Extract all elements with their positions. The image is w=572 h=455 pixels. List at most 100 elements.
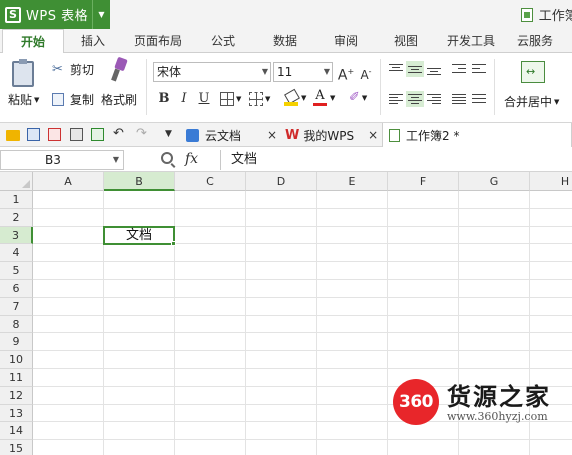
align-bottom-icon <box>427 63 441 75</box>
print-icon[interactable] <box>70 128 83 141</box>
folder-icon[interactable] <box>6 130 20 141</box>
row-header[interactable]: 11 <box>0 369 33 387</box>
row-header[interactable]: 3 <box>0 226 33 245</box>
row-header[interactable]: 4 <box>0 244 33 263</box>
doc-tab-mywps[interactable]: W 我的WPS × <box>285 123 378 147</box>
grid-line <box>33 439 572 441</box>
align-middle-button[interactable] <box>406 61 424 77</box>
tab-formulas[interactable]: 公式 <box>203 29 243 53</box>
chevron-down-icon[interactable]: ▼ <box>165 128 178 141</box>
divider <box>494 59 495 115</box>
border-button[interactable]: ▼ <box>220 92 241 106</box>
increase-indent-button[interactable] <box>472 63 486 75</box>
font-name-value: 宋体 <box>157 65 182 79</box>
distributed-align-button[interactable] <box>472 93 486 105</box>
decrease-indent-icon <box>452 63 466 75</box>
row-header[interactable]: 5 <box>0 262 33 280</box>
column-header[interactable]: A <box>33 172 104 191</box>
format-painter-icon-button[interactable] <box>110 58 130 82</box>
fill-handle[interactable] <box>171 241 176 247</box>
tab-insert[interactable]: 插入 <box>72 29 114 53</box>
justify-button[interactable] <box>452 93 466 105</box>
column-header[interactable]: H <box>530 172 572 191</box>
font-color-icon: A <box>313 89 327 106</box>
decrease-indent-button[interactable] <box>452 63 466 75</box>
justify-icon <box>452 93 466 105</box>
align-top-icon <box>389 63 403 75</box>
close-icon[interactable]: × <box>267 128 277 142</box>
formula-input[interactable]: 文档 <box>220 150 572 170</box>
undo-icon[interactable]: ↶ <box>113 127 126 140</box>
clear-format-button[interactable]: ✐ ▼ <box>349 90 367 105</box>
tab-cloud-service[interactable]: 云服务 <box>510 29 560 53</box>
align-top-button[interactable] <box>389 63 403 75</box>
bold-button[interactable]: B <box>155 90 173 108</box>
row-header[interactable]: 9 <box>0 333 33 352</box>
tab-home[interactable]: 开始 <box>2 29 64 54</box>
column-header[interactable]: E <box>317 172 388 191</box>
name-box[interactable]: B3 ▼ <box>0 150 124 170</box>
pdf-icon[interactable] <box>48 128 61 141</box>
paste-label-button[interactable]: 粘贴 ▼ <box>8 91 39 108</box>
close-icon[interactable]: × <box>368 128 378 142</box>
doc-tab-cloud[interactable]: 云文档 × <box>186 123 277 147</box>
align-left-button[interactable] <box>389 93 403 105</box>
font-size-value: 11 <box>277 65 293 79</box>
font-color-button[interactable]: A ▼ <box>313 89 335 106</box>
align-right-button[interactable] <box>427 93 441 105</box>
row-header[interactable]: 2 <box>0 208 33 227</box>
row-header[interactable]: 7 <box>0 297 33 316</box>
font-name-select[interactable]: 宋体 ▼ <box>153 62 271 82</box>
column-header[interactable]: B <box>104 172 175 191</box>
column-header[interactable]: C <box>175 172 246 191</box>
row-header[interactable]: 1 <box>0 191 33 209</box>
row-header[interactable]: 14 <box>0 422 33 441</box>
sheet-icon <box>389 128 400 142</box>
app-menu-button[interactable]: S WPS 表格 ▼ <box>0 0 110 29</box>
row-header[interactable]: 10 <box>0 351 33 369</box>
ribbon-tab-bar: 开始 插入 页面布局 公式 数据 审阅 视图 开发工具 云服务 <box>0 29 572 54</box>
align-right-icon <box>427 93 441 105</box>
tab-data[interactable]: 数据 <box>265 29 305 53</box>
row-header[interactable]: 13 <box>0 404 33 423</box>
fill-color-button[interactable]: ▼ <box>284 90 306 106</box>
doc-tab-label: 工作簿2 * <box>406 128 460 143</box>
column-header[interactable]: D <box>246 172 317 191</box>
cut-button[interactable]: ✂ 剪切 <box>52 61 94 78</box>
select-all-corner[interactable] <box>0 172 33 191</box>
paste-button[interactable] <box>12 59 34 87</box>
cell-style-button[interactable]: ▼ <box>249 92 270 106</box>
tab-review[interactable]: 审阅 <box>326 29 366 53</box>
row-header[interactable]: 6 <box>0 280 33 298</box>
shrink-font-button[interactable]: A- <box>357 63 375 82</box>
copy-button[interactable]: 复制 <box>52 91 94 108</box>
save-icon[interactable] <box>27 128 40 141</box>
italic-button[interactable]: I <box>175 90 193 108</box>
align-bottom-button[interactable] <box>427 63 441 75</box>
underline-button[interactable]: U <box>195 90 213 108</box>
tab-view[interactable]: 视图 <box>386 29 426 53</box>
align-center-icon <box>406 91 424 107</box>
tab-developer[interactable]: 开发工具 <box>440 29 502 53</box>
chevron-down-icon[interactable]: ▼ <box>92 0 110 29</box>
row-header[interactable]: 15 <box>0 440 33 455</box>
zoom-icon[interactable] <box>161 152 173 164</box>
merge-center-button[interactable]: 合并居中 ▼ <box>504 93 559 110</box>
tab-page-layout[interactable]: 页面布局 <box>128 29 188 53</box>
redo-icon[interactable]: ↷ <box>136 127 149 140</box>
align-center-button[interactable] <box>406 91 424 107</box>
font-size-select[interactable]: 11 ▼ <box>273 62 333 82</box>
merge-center-icon-button[interactable] <box>521 61 545 83</box>
column-header[interactable]: F <box>388 172 459 191</box>
grow-font-button[interactable]: A+ <box>337 63 355 84</box>
row-header[interactable]: 12 <box>0 386 33 405</box>
function-button[interactable]: fx <box>185 151 198 167</box>
scissors-icon: ✂ <box>52 61 63 77</box>
doc-tab-workbook2[interactable]: 工作簿2 * <box>382 123 572 147</box>
print-preview-icon[interactable] <box>91 128 104 141</box>
selected-cell[interactable]: 文档 <box>103 225 175 246</box>
column-header[interactable]: G <box>459 172 530 191</box>
wps-spreadsheet-window: S WPS 表格 ▼ 工作簿2 开始 插入 页面布局 公式 数据 审阅 视图 开… <box>0 0 572 455</box>
row-header[interactable]: 8 <box>0 315 33 334</box>
format-painter-button[interactable]: 格式刷 <box>101 91 137 108</box>
